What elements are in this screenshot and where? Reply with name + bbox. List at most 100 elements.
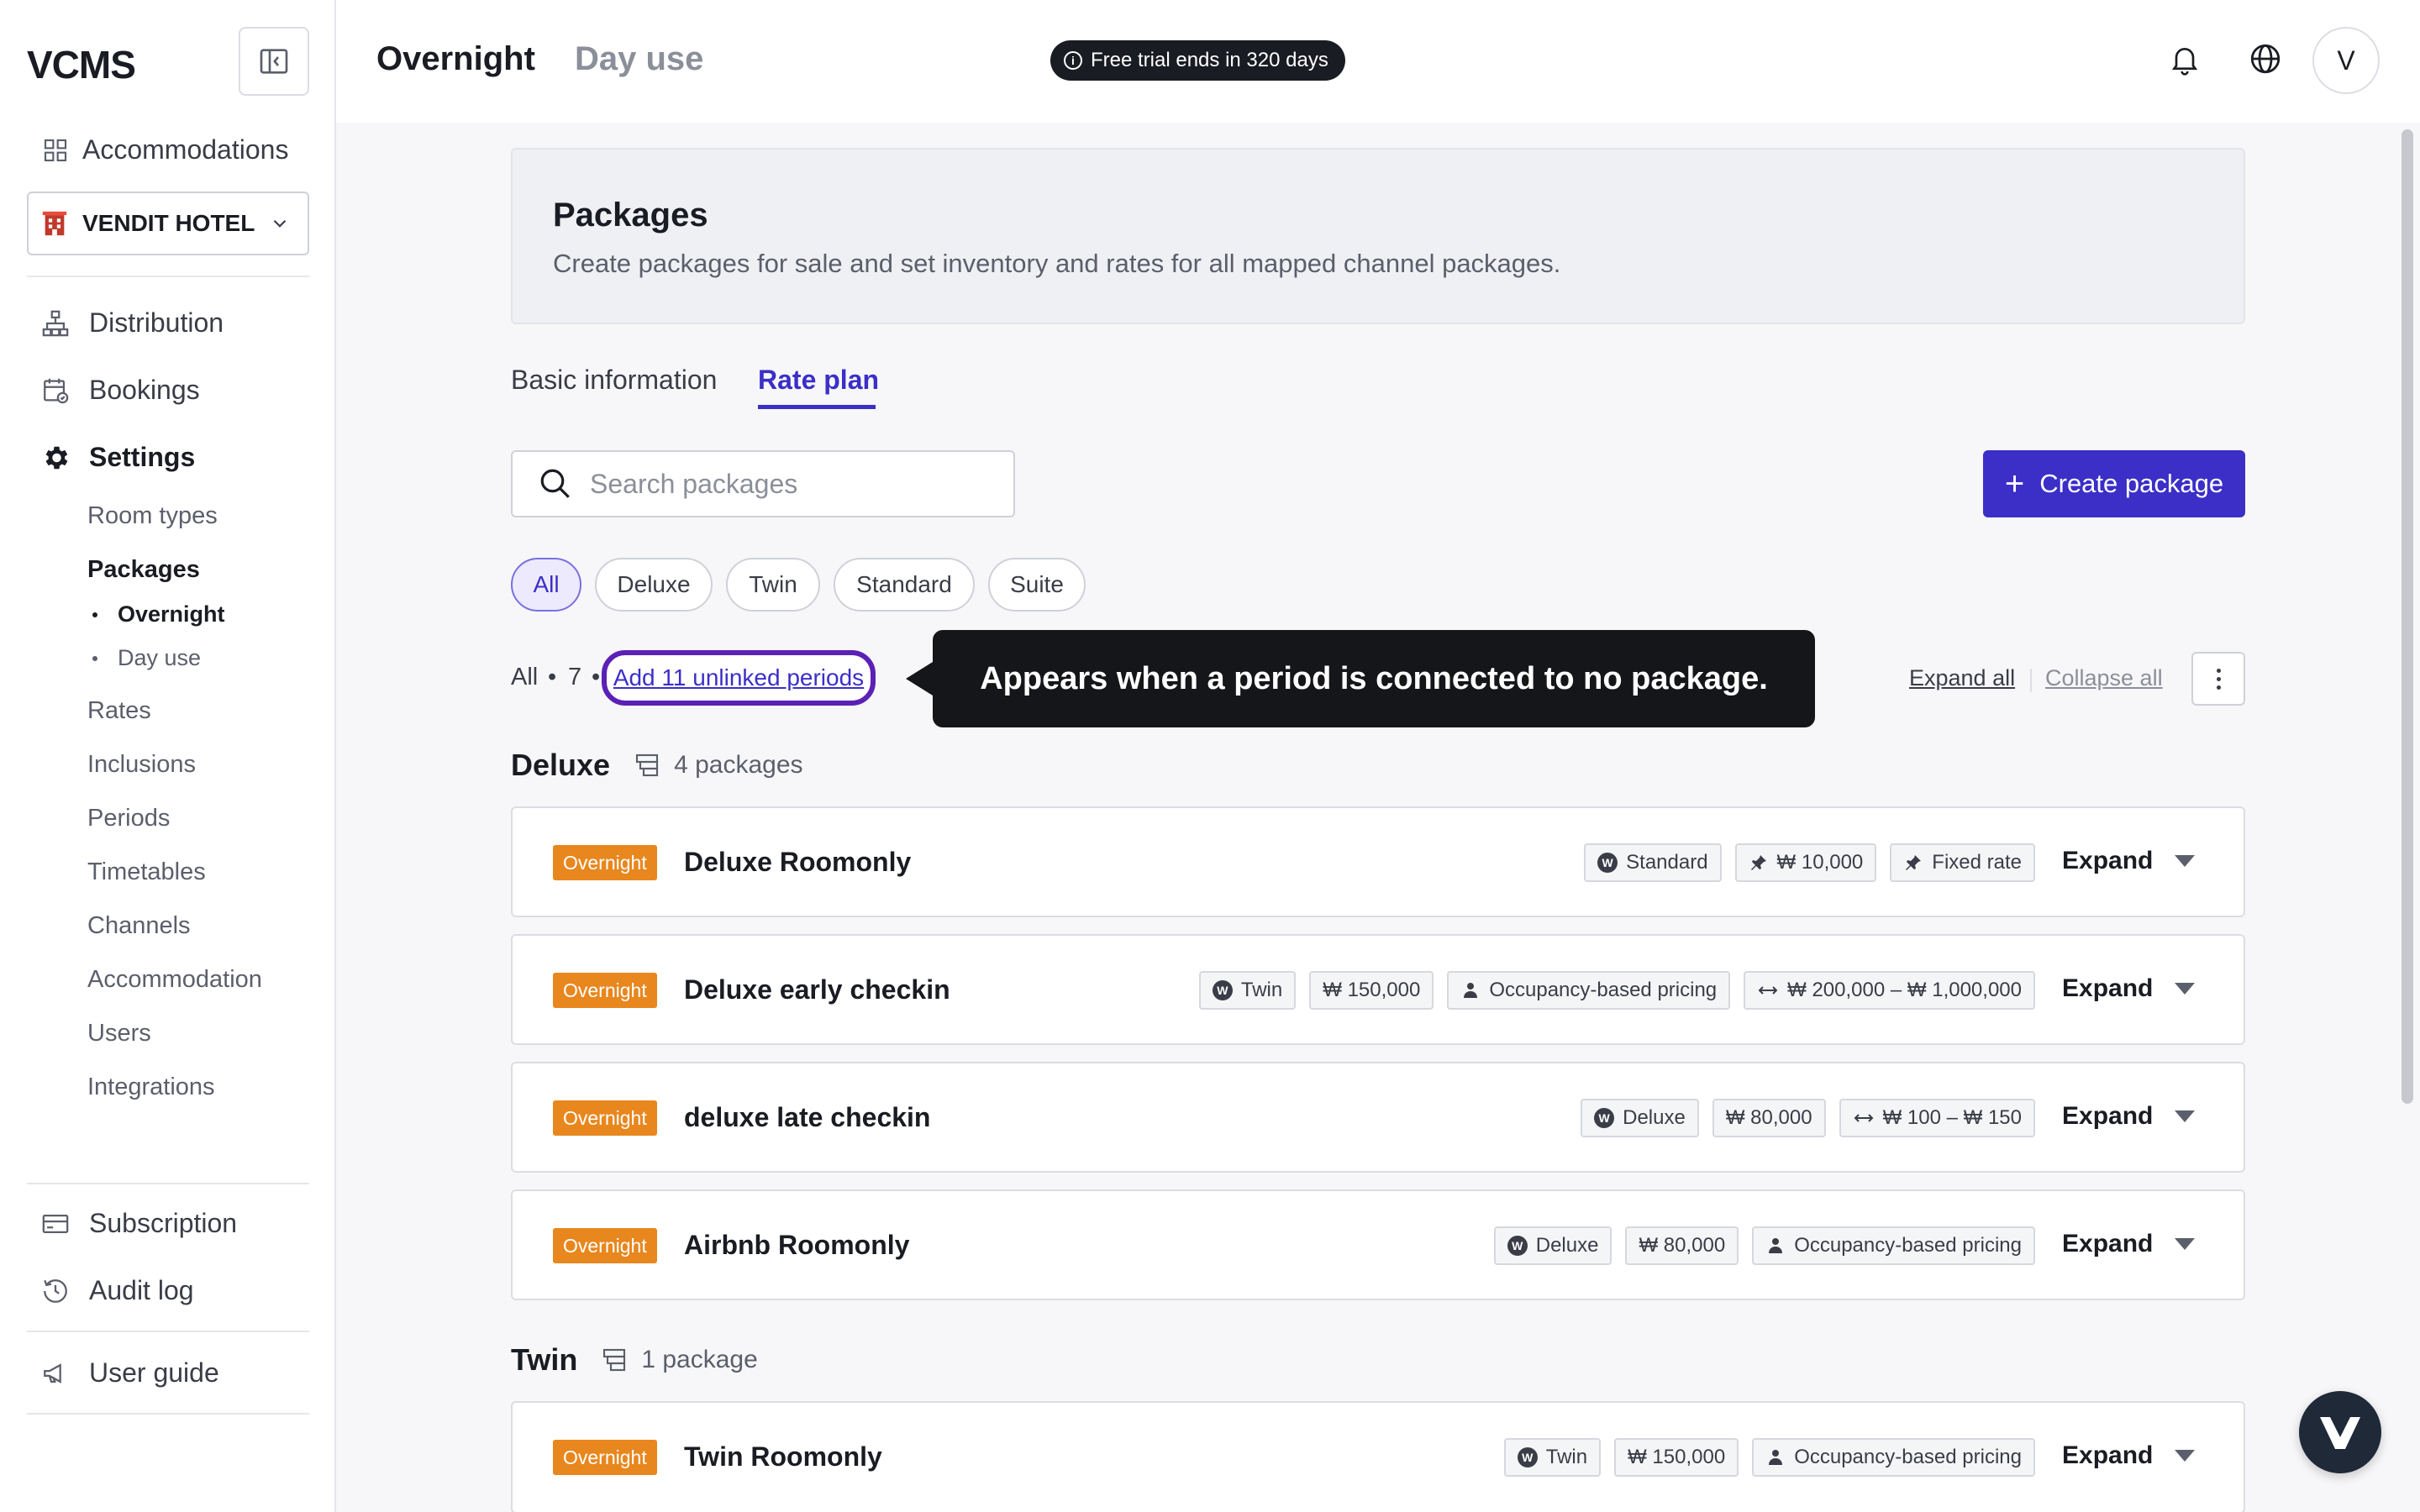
room-type-icon: W [1594,1108,1615,1128]
room-type-icon: W [1507,1236,1528,1256]
group-header-twin: Twin 1 package [511,1342,758,1378]
search-box[interactable] [511,450,1015,517]
package-card[interactable]: Overnight Twin Roomonly W Twin ₩ 150,000 … [511,1401,2245,1512]
summary-count: 7 [568,664,582,690]
sidebar-item-overnight[interactable]: Overnight [92,601,225,627]
divider [27,276,309,277]
active-tab-indicator [758,405,876,409]
tag-label: ₩ 80,000 [1639,1234,1726,1257]
avatar[interactable]: V [2312,27,2380,94]
rate-tag: ₩ 10,000 [1734,843,1877,882]
sidebar-item-user-guide[interactable]: User guide [40,1357,219,1389]
sidebar-item-settings[interactable]: Settings [40,442,195,473]
sidebar-item-timetables[interactable]: Timetables [87,858,206,886]
help-chat-button[interactable] [2299,1391,2381,1473]
sidebar-item-integrations[interactable]: Integrations [87,1074,215,1101]
tab-overnight[interactable]: Overnight [376,40,535,78]
person-icon [1765,1236,1786,1256]
summary-all-label: All [511,664,539,690]
sidebar-item-accommodations[interactable]: Accommodations [40,134,288,165]
sidebar-item-day-use[interactable]: Day use [92,645,201,671]
expand-button[interactable]: Expand [2062,1230,2196,1258]
sidebar-collapse-icon [260,49,288,74]
package-card[interactable]: Overnight Deluxe Roomonly W Standard ₩ 10… [511,806,2245,917]
expand-button[interactable]: Expand [2062,1441,2196,1470]
expand-button[interactable]: Expand [2062,847,2196,875]
tag-label: Fixed rate [1932,851,2022,874]
expand-all-button[interactable]: Expand all [1909,665,2015,691]
rate-tag: ₩ 150,000 [1309,971,1434,1010]
tag-label: Twin [1240,979,1283,1001]
group-header-deluxe: Deluxe 4 packages [511,748,803,783]
filter-chip-suite[interactable]: Suite [988,558,1086,612]
expand-label: Expand [2062,1102,2154,1130]
dot [2216,685,2221,690]
tooltip: Appears when a period is connected to no… [906,630,1815,727]
sidebar-item-packages[interactable]: Packages [87,556,200,584]
sidebar-item-channels[interactable]: Channels [87,912,191,940]
tab-rate-plan[interactable]: Rate plan [758,365,879,396]
sidebar-item-bookings[interactable]: Bookings [40,375,200,406]
collapse-sidebar-button[interactable] [239,27,309,96]
sidebar-item-periods[interactable]: Periods [87,805,170,832]
vcms-logo[interactable]: VCMS [27,42,136,87]
filter-chip-standard[interactable]: Standard [834,558,975,612]
tab-day-use[interactable]: Day use [575,40,703,78]
scrollbar-thumb[interactable] [2402,129,2413,1104]
notification-button[interactable] [2165,39,2205,79]
expand-button[interactable]: Expand [2062,1102,2196,1131]
sidebar-item-users[interactable]: Users [87,1020,151,1047]
tag-label: Occupancy-based pricing [1794,1234,2022,1257]
hotel-selector[interactable]: VENDIT HOTEL [27,192,309,255]
sidebar-item-label: Distribution [89,307,224,338]
package-card[interactable]: Overnight Airbnb Roomonly W Deluxe ₩ 80,0… [511,1189,2245,1300]
sidebar-item-subscription[interactable]: Subscription [40,1208,237,1239]
sidebar-item-label: Overnight [118,601,225,627]
pricing-tag: Fixed rate [1890,843,2035,882]
language-button[interactable] [2245,39,2286,79]
expand-button[interactable]: Expand [2062,974,2196,1003]
group-name: Twin [511,1342,578,1377]
package-title: Airbnb Roomonly [684,1230,910,1260]
caret-down-icon [2175,1450,2196,1462]
filter-chip-deluxe[interactable]: Deluxe [595,558,713,612]
credit-card-icon [40,1209,71,1239]
tag-label: ₩ 80,000 [1725,1106,1812,1129]
package-type-badge: Overnight [553,845,657,880]
create-package-label: Create package [2039,469,2224,498]
arrows-horizontal-icon [1757,980,1779,1000]
tab-basic-information[interactable]: Basic information [511,365,717,396]
package-card[interactable]: Overnight Deluxe early checkin W Twin ₩ 1… [511,934,2245,1045]
grid-icon [40,135,71,165]
search-input[interactable] [590,468,976,500]
group-count-label: 4 packages [674,751,803,779]
hotel-name: VENDIT HOTEL [82,210,255,236]
group-count: 4 packages [634,751,803,780]
more-options-button[interactable] [2191,652,2245,706]
collapse-all-button[interactable]: Collapse all [2045,665,2163,691]
sidebar-item-room-types[interactable]: Room types [87,502,218,530]
package-tags: W Standard ₩ 10,000 Fixed rate [1584,843,2035,882]
sidebar-item-audit-log[interactable]: Audit log [40,1275,194,1306]
package-stack-icon [601,1347,628,1373]
sidebar-item-inclusions[interactable]: Inclusions [87,751,196,779]
sidebar-item-label: Day use [118,645,202,670]
sidebar-item-accommodation[interactable]: Accommodation [87,966,262,994]
tag-label: Deluxe [1623,1106,1686,1129]
sidebar-item-distribution[interactable]: Distribution [40,307,224,339]
sidebar-item-label: Accommodations [82,134,289,165]
package-card[interactable]: Overnight deluxe late checkin W Deluxe ₩ … [511,1062,2245,1173]
filter-chip-twin[interactable]: Twin [726,558,820,612]
trial-badge: i Free trial ends in 320 days [1050,40,1345,81]
pricing-tag: Occupancy-based pricing [1447,971,1731,1010]
logo-text: VCMS [27,43,136,87]
package-tags: W Twin ₩ 150,000 Occupancy-based pricing … [1198,971,2035,1010]
rate-tag: ₩ 80,000 [1712,1099,1826,1137]
add-unlinked-periods-link[interactable]: Add 11 unlinked periods [602,650,876,706]
tag-label: ₩ 150,000 [1628,1446,1726,1468]
room-type-icon: W [1597,853,1618,873]
create-package-button[interactable]: + Create package [1983,450,2245,517]
filter-chip-all[interactable]: All [511,558,581,612]
sidebar-item-rates[interactable]: Rates [87,697,151,725]
tag-label: Occupancy-based pricing [1794,1446,2022,1468]
